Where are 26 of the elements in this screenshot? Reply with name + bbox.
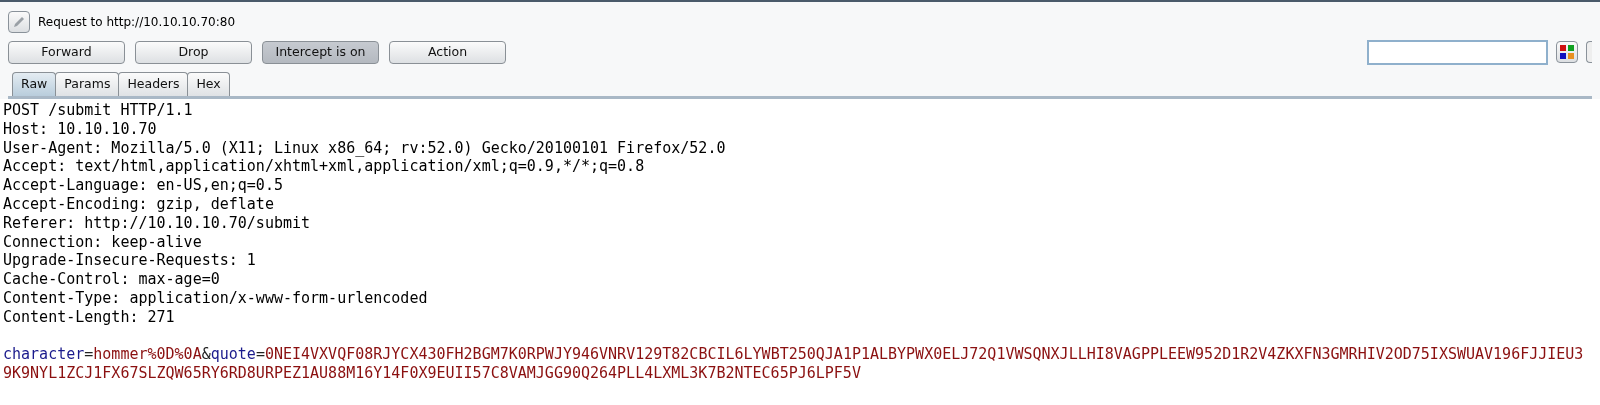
request-body: character=hommer%0D%0A&quote=0NEI4VXVQF08RJYCX430FH2BGM7K0RPWJY946VNRV129T82CBCIL6LYWBT250QJA1P1ALBYPWX0ELJ72Q1VWSQNXJLLHI8VAGPPLEEW952D1R2V4ZKXFN3GMRHIV2OD75IXSWUAV196FJJIEU39K9NYL1ZCJ1FX67SLZQW65RY6RD8URPEZ1AU88M16Y14F0X9EUII57C8VAMJGG90Q264PLL4LXML3K7B2NTEC65PJ6LPF5V: [3, 345, 1585, 383]
request-line: Accept-Encoding: gzip, deflate: [3, 195, 274, 214]
request-line: Accept-Language: en-US,en;q=0.5: [3, 176, 283, 195]
request-line: Host: 10.10.10.70: [3, 119, 157, 139]
toolbar-button[interactable]: [1586, 41, 1592, 63]
tab[interactable]: Hex: [187, 72, 230, 96]
request-line: User-Agent: Mozilla/5.0 (X11; Linux x86_64; rv:52.0) Gecko/20100101 Firefox/52.0: [3, 138, 726, 158]
request-line: Content-Type: application/x-www-form-urlencoded: [3, 288, 428, 308]
toolbar-button[interactable]: Forward: [8, 40, 125, 64]
toolbar-button[interactable]: Intercept is on: [262, 40, 379, 64]
request-line: POST /submit HTTP/1.1: [3, 101, 193, 120]
request-line: Cache-Control: max-age=0: [3, 270, 220, 289]
request-title: Request to http://10.10.10.70:80: [38, 14, 235, 31]
request-line: Accept: text/html,application/xhtml+xml,application/xml;q=0.9,*/*;q=0.8: [3, 157, 645, 177]
tab[interactable]: Raw: [12, 72, 57, 96]
grid-icon[interactable]: [1556, 41, 1578, 63]
search-field[interactable]: [1367, 39, 1548, 65]
toolbar-button[interactable]: Drop: [135, 40, 252, 64]
request-line: Connection: keep-alive: [3, 232, 202, 252]
toolbar-button[interactable]: Action: [389, 40, 506, 64]
tab[interactable]: Headers: [118, 72, 189, 96]
tab[interactable]: Params: [55, 72, 120, 96]
request-line: Referer: http://10.10.10.70/submit: [3, 213, 311, 233]
pencil-icon[interactable]: [8, 11, 30, 33]
request-line: Upgrade-Insecure-Requests: 1: [3, 251, 256, 271]
request-line: Content-Length: 271: [3, 307, 175, 327]
